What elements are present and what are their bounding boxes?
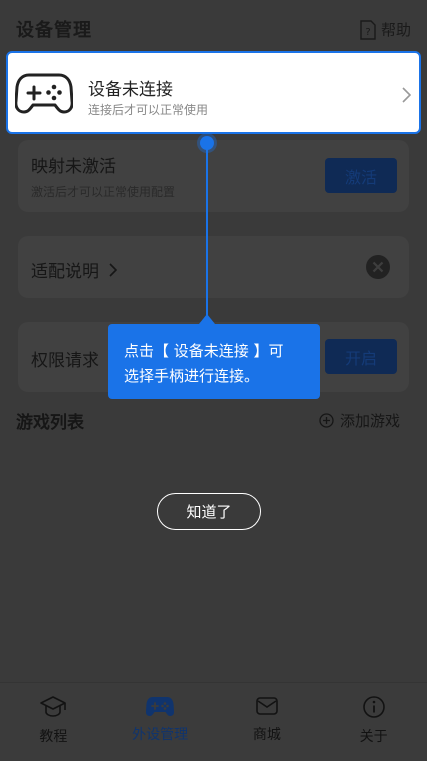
graduation-cap-icon <box>40 696 67 717</box>
gamepad-icon <box>15 73 73 114</box>
adapt-card[interactable]: 适配说明 <box>18 236 409 298</box>
device-connect-card[interactable]: 设备未连接 连接后才可以正常使用 <box>6 51 421 134</box>
svg-text:?: ? <box>365 27 370 38</box>
info-icon <box>362 696 385 718</box>
guide-tooltip: 点击【 设备未连接 】可 选择手柄进行连接。 <box>108 324 320 399</box>
tooltip-connector-line <box>206 143 208 321</box>
tooltip-line-1: 点击【 设备未连接 】可 <box>124 342 284 360</box>
mapping-card: 映射未激活 激活后才可以正常使用配置 激活 <box>18 140 409 212</box>
tooltip-arrow <box>199 314 215 324</box>
tooltip-anchor-dot <box>200 136 214 150</box>
add-game-label: 添加游戏 <box>339 412 400 430</box>
got-it-button[interactable]: 知道了 <box>157 493 261 530</box>
game-list-title: 游戏列表 <box>16 413 84 433</box>
bottom-nav: 教程 外设管理 商城 关于 <box>0 682 427 761</box>
nav-label-about: 关于 <box>359 729 388 745</box>
mapping-subtitle: 激活后才可以正常使用配置 <box>31 185 176 199</box>
help-label: 帮助 <box>380 21 411 39</box>
enable-button[interactable]: 开启 <box>325 339 397 374</box>
nav-item-store[interactable]: 商城 <box>214 683 321 761</box>
mail-icon <box>256 697 278 715</box>
gamepad-icon <box>146 697 175 716</box>
adapt-title: 适配说明 <box>31 262 99 282</box>
nav-label-device-manager: 外设管理 <box>132 727 189 743</box>
permission-title: 权限请求 <box>31 351 99 371</box>
activate-button[interactable]: 激活 <box>325 158 397 193</box>
close-circle-icon[interactable] <box>365 254 391 280</box>
nav-item-about[interactable]: 关于 <box>320 683 427 761</box>
nav-label-tutorial: 教程 <box>39 729 68 745</box>
page-title: 设备管理 <box>16 20 92 41</box>
plus-circle-icon <box>319 413 334 428</box>
nav-item-device-manager[interactable]: 外设管理 <box>107 683 214 761</box>
add-game-button[interactable]: 添加游戏 <box>319 410 400 431</box>
chevron-right-icon <box>109 262 117 277</box>
chevron-right-icon <box>402 87 411 103</box>
device-status-subtitle: 连接后才可以正常使用 <box>88 103 209 117</box>
help-button[interactable]: ? 帮助 <box>359 19 411 40</box>
help-document-icon: ? <box>360 19 376 40</box>
tooltip-line-2: 选择手柄进行连接。 <box>124 367 260 385</box>
mapping-title: 映射未激活 <box>31 157 116 177</box>
nav-label-store: 商城 <box>252 727 281 743</box>
device-status-title: 设备未连接 <box>88 80 173 100</box>
nav-item-tutorial[interactable]: 教程 <box>0 683 107 761</box>
